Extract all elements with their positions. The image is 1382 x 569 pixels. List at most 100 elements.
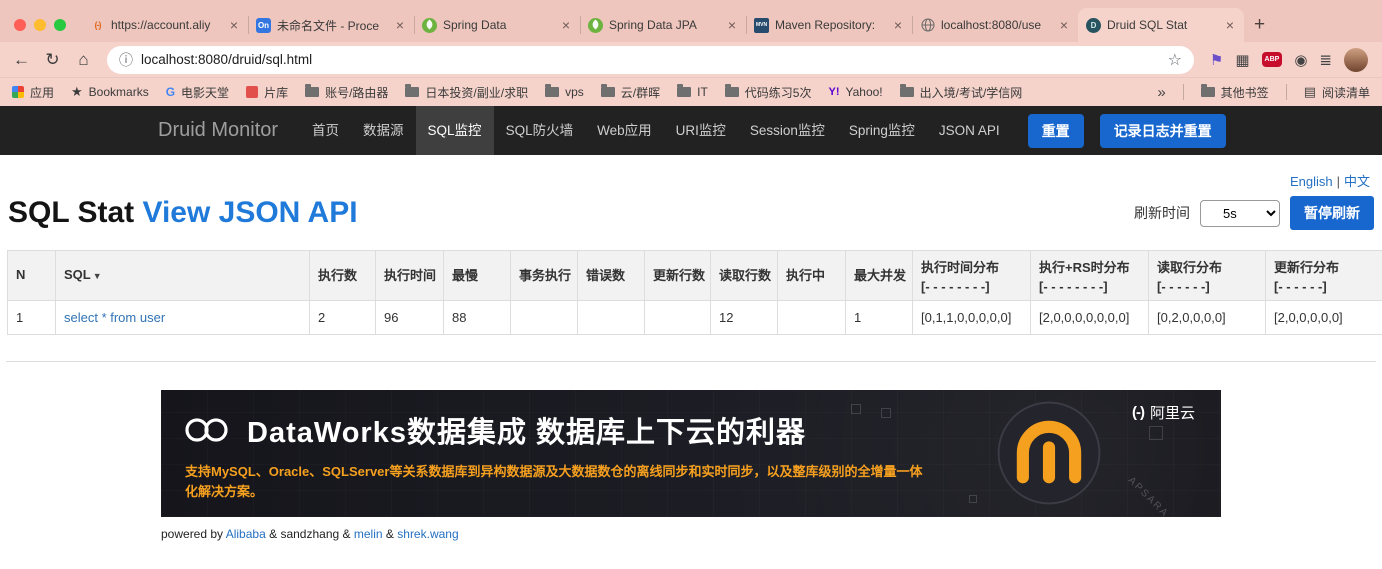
bookmark-bookmarks[interactable]: ★ Bookmarks [71,84,149,100]
refresh-interval-select[interactable]: 5s [1200,199,1280,227]
address-bar[interactable]: ⓘ localhost:8080/druid/sql.html ☆ [107,45,1194,74]
dataworks-banner-ad[interactable]: (-) 阿里云 DataWorks数据集成 数据库上下云的利器 支持MySQL、… [161,390,1221,517]
log-and-reset-button[interactable]: 记录日志并重置 [1099,113,1226,148]
reload-button[interactable]: ↻ [39,50,66,70]
nav-item-session-monitor[interactable]: Session监控 [738,106,837,155]
bookmark-movie[interactable]: G 电影天堂 [166,84,229,101]
cell-max-concurrent: 1 [845,300,913,335]
browser-tab-localhost[interactable]: localhost:8080/use × [912,8,1078,42]
aliyun-logo-text: 阿里云 [1149,405,1195,422]
bookmark-label: 云/群晖 [620,85,661,100]
bookmark-other-bookmarks[interactable]: 其他书签 [1200,84,1269,101]
nav-item-sql-firewall[interactable]: SQL防火墙 [494,106,586,155]
tab-close-icon[interactable]: × [228,16,240,34]
extension-circle-icon[interactable]: ◉ [1294,51,1307,69]
nav-item-spring-monitor[interactable]: Spring监控 [837,106,927,155]
folder-icon [405,84,420,97]
browser-tab-processon[interactable]: On 未命名文件 - Proce × [248,8,414,42]
nav-item-json-api[interactable]: JSON API [927,106,1012,155]
language-separator: | [1336,174,1340,189]
refresh-label: 刷新时间 [1134,205,1190,221]
tab-close-icon[interactable]: × [394,16,406,34]
window-close-button[interactable] [14,19,26,31]
col-header-update-histogram[interactable]: 更新行分布 [- - - - - -] [1265,250,1382,301]
melin-link[interactable]: melin [354,527,383,541]
browser-tab-maven[interactable]: MVN Maven Repository: × [746,8,912,42]
window-zoom-button[interactable] [54,19,66,31]
language-link-chinese[interactable]: 中文 [1344,174,1370,189]
star-icon: ★ [71,84,83,99]
site-info-icon[interactable]: ⓘ [119,50,133,70]
col-header-transaction[interactable]: 事务执行 [510,250,578,301]
col-header-error-count[interactable]: 错误数 [577,250,645,301]
footer-amp: & [269,527,278,541]
adblock-plus-icon[interactable]: ABP [1261,52,1283,67]
shrek-wang-link[interactable]: shrek.wang [397,527,458,541]
bookmark-folder-vps[interactable]: vps [545,84,584,99]
nav-item-datasource[interactable]: 数据源 [351,106,416,155]
bookmark-folder-exams[interactable]: 出入境/考试/学信网 [899,84,1022,101]
banner-subtitle: 支持MySQL、Oracle、SQLServer等关系数据库到异构数据源及大数据… [185,464,923,500]
browser-tab-aliyun[interactable]: (-) https://account.aliy × [82,8,248,42]
browser-tab-spring-data-jpa[interactable]: Spring Data JPA × [580,8,746,42]
tab-close-icon[interactable]: × [726,16,738,34]
pause-refresh-button[interactable]: 暂停刷新 [1290,196,1374,230]
browser-tab-druid-active[interactable]: D Druid SQL Stat × [1078,8,1244,42]
bookmark-apps[interactable]: 应用 [12,84,54,101]
extension-list-icon[interactable]: ≣ [1319,51,1332,69]
bookmark-star-icon[interactable]: ☆ [1168,50,1182,70]
home-button[interactable]: ⌂ [70,50,97,70]
folder-icon [899,84,914,97]
bookmark-folder-japan[interactable]: 日本投资/副业/求职 [405,84,528,101]
col-header-fetch-row-histogram[interactable]: 读取行分布 [- - - - - -] [1148,250,1266,301]
reset-button[interactable]: 重置 [1027,113,1084,148]
tab-close-icon[interactable]: × [1058,16,1070,34]
reading-list-icon: ▤ [1303,84,1316,99]
extension-grid-icon[interactable]: ▦ [1235,51,1249,69]
col-header-update-count[interactable]: 更新行数 [644,250,711,301]
extension-flag-icon[interactable]: ⚑ [1210,51,1223,69]
sql-detail-link[interactable]: select * from user [64,310,165,325]
nav-item-web-app[interactable]: Web应用 [585,106,664,155]
tab-close-icon[interactable]: × [1224,16,1236,34]
profile-avatar[interactable] [1344,47,1368,72]
bookmark-folder-cloud[interactable]: 云/群晖 [600,84,661,101]
new-tab-button[interactable]: + [1244,14,1275,42]
tab-close-icon[interactable]: × [560,16,572,34]
col-header-exec-time-histogram[interactable]: 执行时间分布 [- - - - - - - -] [912,250,1031,301]
bookmark-label: Bookmarks [88,85,149,99]
language-switch: English | 中文 [6,155,1376,190]
nav-item-uri-monitor[interactable]: URI监控 [664,106,738,155]
sandzhang-text: sandzhang [280,527,340,541]
language-link-english[interactable]: English [1290,174,1333,189]
col-header-exec-rs-histogram[interactable]: 执行+RS时分布 [- - - - - - - -] [1030,250,1149,301]
cell-transaction [510,300,578,335]
col-header-slowest[interactable]: 最慢 [443,250,511,301]
bookmark-folder-accounts[interactable]: 账号/路由器 [305,84,388,101]
bookmarks-divider [1182,84,1184,100]
cell-error-count [577,300,645,335]
back-button[interactable]: ← [8,50,35,70]
view-json-api-link[interactable]: View JSON API [142,196,357,229]
bookmark-folder-practice[interactable]: 代码练习5次 [724,84,811,101]
bookmark-pianku[interactable]: 片库 [246,84,288,101]
col-header-max-concurrent[interactable]: 最大并发 [845,250,913,301]
bookmark-yahoo[interactable]: Y! Yahoo! [828,85,882,99]
col-header-running[interactable]: 执行中 [777,250,846,301]
url-text[interactable]: localhost:8080/druid/sql.html [141,52,1160,67]
bookmark-folder-it[interactable]: IT [677,84,708,99]
tab-close-icon[interactable]: × [892,16,904,34]
window-minimize-button[interactable] [34,19,46,31]
col-header-execute-time[interactable]: 执行时间 [375,250,444,301]
nav-item-sql-monitor[interactable]: SQL监控 [415,106,494,155]
nav-item-home[interactable]: 首页 [300,106,351,155]
browser-tab-spring-data[interactable]: Spring Data × [414,8,580,42]
spring-favicon-icon [588,17,603,33]
bookmark-label: IT [697,85,708,99]
alibaba-link[interactable]: Alibaba [226,527,266,541]
bookmark-reading-list[interactable]: ▤ 阅读清单 [1304,84,1370,101]
col-header-sql[interactable]: SQL ▼ [55,250,310,301]
col-header-execute-count[interactable]: 执行数 [309,250,376,301]
col-header-fetch-row-count[interactable]: 读取行数 [710,250,778,301]
bookmarks-overflow-chevron[interactable]: » [1157,84,1165,101]
